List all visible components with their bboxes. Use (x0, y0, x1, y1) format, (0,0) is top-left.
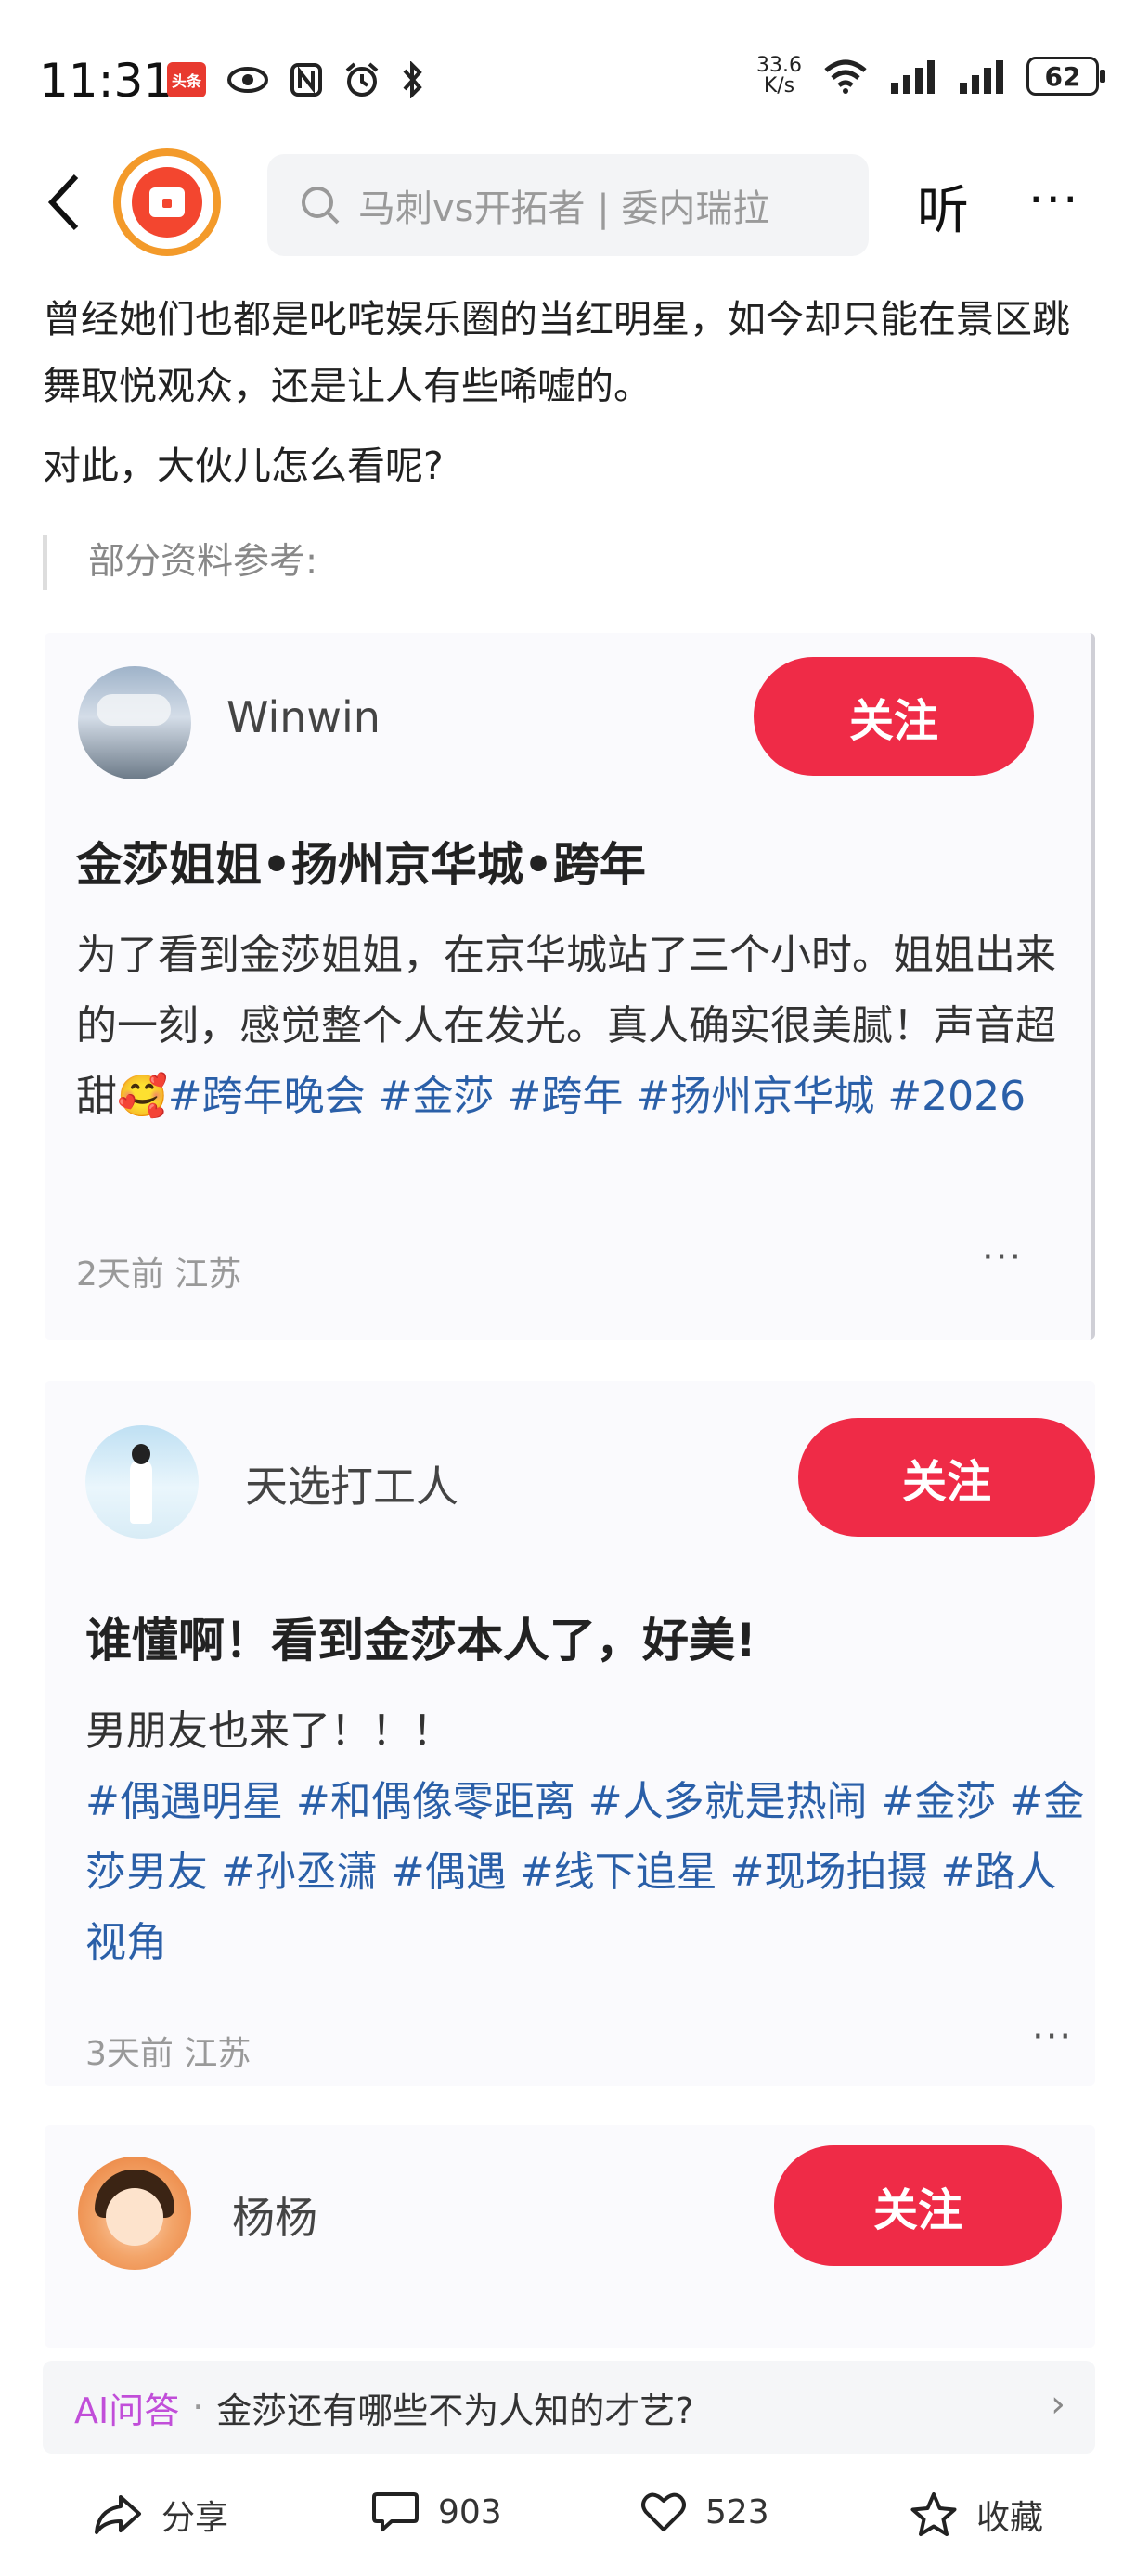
avatar-figure-shape (130, 1459, 152, 1524)
battery-indicator: 62 (1026, 57, 1105, 96)
username[interactable]: Winwin (226, 692, 381, 742)
bottom-action-bar: 分享 903 523 收藏 (0, 2468, 1136, 2570)
listen-button[interactable]: 听 (917, 169, 969, 244)
star-icon (910, 2492, 957, 2536)
post-body: 为了看到金莎姐姐，在京华城站了三个小时。姐姐出来的一刻，感觉整个人在发光。真人确… (76, 921, 1060, 1132)
search-input[interactable]: 马刺vs开拓者 | 委内瑞拉 (267, 154, 869, 256)
hashtag[interactable]: #现场拍摄 (730, 1848, 928, 1896)
hashtag[interactable]: #人多就是热闹 (588, 1778, 868, 1825)
app-logo-icon (149, 187, 185, 217)
share-icon (95, 2495, 141, 2534)
share-button[interactable]: 分享 (93, 2491, 228, 2539)
avatar[interactable] (85, 1425, 199, 1539)
ai-question-bar[interactable]: AI问答 · 金莎还有哪些不为人知的才艺? › (43, 2361, 1095, 2454)
share-label: 分享 (161, 2499, 229, 2537)
status-right-icons: 33.6 K/s 62 (756, 56, 1105, 97)
favorite-button[interactable]: 收藏 (910, 2491, 1043, 2539)
avatar-figure-head (132, 1444, 150, 1464)
net-speed-value: 33.6 (756, 54, 802, 77)
username[interactable]: 杨杨 (232, 2184, 317, 2246)
hashtag[interactable]: #跨年 (508, 1073, 624, 1120)
follow-button[interactable]: 关注 (754, 657, 1034, 776)
post-body: 男朋友也来了！！！ #偶遇明星 #和偶像零距离 #人多就是热闹 #金莎 #金莎男友… (85, 1696, 1088, 1978)
post-body-text: 男朋友也来了！！！ (85, 1707, 453, 1755)
net-speed-unit: K/s (763, 74, 795, 97)
heart-icon (641, 2492, 686, 2531)
follow-button[interactable]: 关注 (774, 2145, 1062, 2266)
back-arrow-icon[interactable] (39, 165, 91, 239)
signal-icon-2 (960, 60, 1003, 94)
ai-label: AI问答 (74, 2389, 180, 2431)
post-meta: 2天前 江苏 (76, 1256, 242, 1294)
app-logo[interactable] (113, 148, 221, 256)
hashtag[interactable]: #金莎 (881, 1778, 997, 1825)
post-more-button[interactable]: ··· (1032, 2016, 1073, 2058)
comment-icon (372, 2492, 419, 2531)
post-more-button[interactable]: ··· (982, 1236, 1023, 1279)
ai-separator: · (192, 2387, 204, 2428)
hashtag[interactable]: #和偶像零距离 (296, 1778, 575, 1825)
hashtag[interactable]: #孙丞潇 (221, 1848, 378, 1896)
like-count: 523 (705, 2492, 769, 2531)
hashtag[interactable]: #偶遇 (391, 1848, 507, 1896)
status-time: 11:31 (39, 54, 174, 108)
search-icon (302, 187, 340, 225)
post-card-3[interactable]: 杨杨 关注 (45, 2125, 1095, 2348)
follow-button[interactable]: 关注 (798, 1418, 1095, 1537)
avatar-face-shape (106, 2188, 163, 2246)
avatar-cloud-shape (97, 694, 171, 726)
search-placeholder: 马刺vs开拓者 | 委内瑞拉 (358, 187, 770, 230)
post-card-2[interactable]: 天选打工人 关注 谁懂啊！看到金莎本人了，好美! 男朋友也来了！！！ #偶遇明星 … (45, 1381, 1095, 2086)
bluetooth-icon (403, 61, 422, 98)
comment-count: 903 (438, 2492, 502, 2531)
post-meta: 3天前 江苏 (85, 2035, 252, 2073)
post-title: 金莎姐姐•扬州京华城•跨年 (76, 838, 646, 892)
article-paragraph-2: 对此，大伙儿怎么看呢? (43, 444, 444, 488)
hashtag[interactable]: #金莎 (379, 1073, 495, 1120)
hashtag[interactable]: #跨年晚会 (168, 1073, 366, 1120)
comment-button[interactable]: 903 (371, 2491, 502, 2533)
username[interactable]: 天选打工人 (245, 1453, 458, 1514)
favorite-label: 收藏 (976, 2499, 1044, 2537)
status-left-icons: 头条 (167, 61, 423, 98)
reference-label: 部分资料参考: (43, 535, 317, 590)
hashtag[interactable]: #2026 (887, 1073, 1026, 1120)
app-logo-inner (132, 167, 202, 238)
avatar[interactable] (78, 2157, 191, 2270)
hashtag[interactable]: #偶遇明星 (85, 1778, 283, 1825)
ai-question: 金莎还有哪些不为人知的才艺? (216, 2389, 694, 2431)
post-card-1[interactable]: Winwin 关注 金莎姐姐•扬州京华城•跨年 为了看到金莎姐姐，在京华城站了三… (45, 633, 1095, 1340)
article-paragraph-1: 曾经她们也都是叱咤娱乐圈的当红明星，如今却只能在景区跳舞取悦观众，还是让人有些唏… (43, 297, 1070, 408)
status-bar: 11:31 头条 33.6 K/s 62 (0, 0, 1136, 139)
nav-bar: 马刺vs开拓者 | 委内瑞拉 听 ··· (0, 148, 1136, 260)
more-button[interactable]: ··· (1028, 173, 1080, 228)
avatar[interactable] (78, 666, 191, 779)
post-title: 谁懂啊！看到金莎本人了，好美! (85, 1614, 756, 1668)
nfc-icon (290, 63, 322, 97)
wifi-icon (824, 59, 867, 94)
hashtag[interactable]: #线下追星 (520, 1848, 717, 1896)
alarm-icon (345, 62, 379, 97)
page: 11:31 头条 33.6 K/s 62 马刺vs开拓者 | 委内瑞拉 听 ··… (0, 0, 1136, 2576)
eye-icon (227, 67, 268, 93)
net-speed: 33.6 K/s (756, 56, 802, 97)
hashtag[interactable]: #扬州京华城 (636, 1073, 874, 1120)
signal-icon (891, 60, 935, 94)
chevron-right-icon[interactable]: › (1051, 2383, 1065, 2426)
like-button[interactable]: 523 (640, 2491, 769, 2533)
news-app-badge: 头条 (167, 62, 206, 97)
